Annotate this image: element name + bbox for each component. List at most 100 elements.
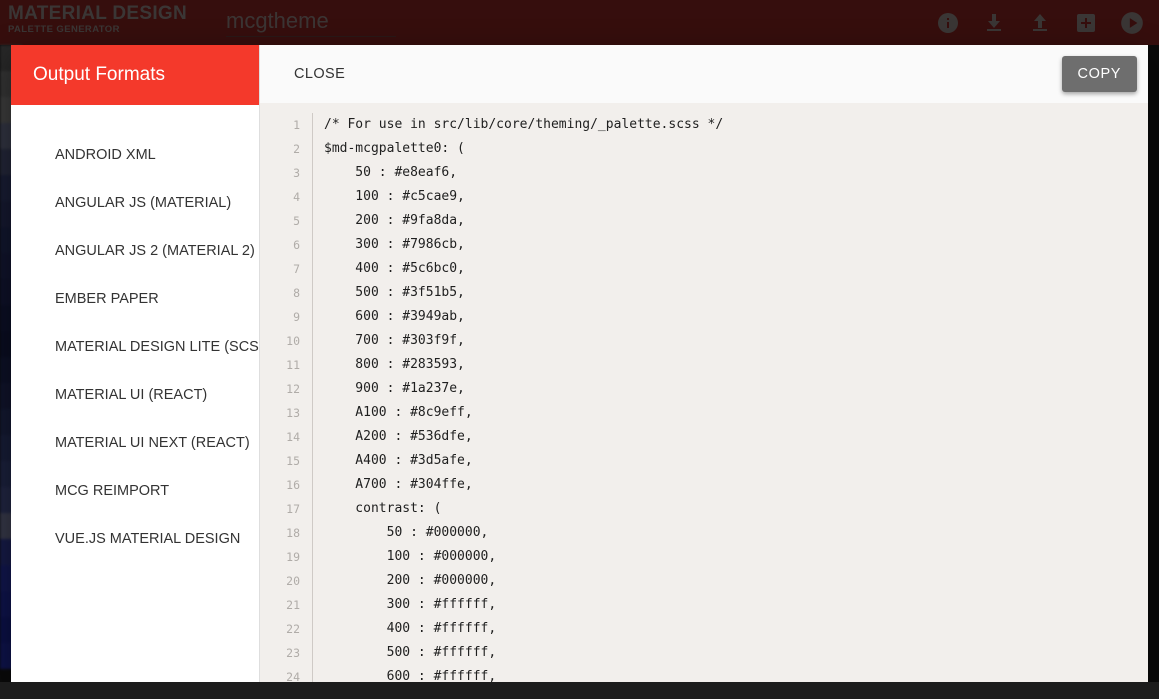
sidebar-item-4[interactable]: MATERIAL DESIGN LITE (SCSS) bbox=[11, 323, 259, 371]
dialog-sidebar: Output Formats ANDROID XML ANGULAR JS (MA… bbox=[11, 45, 260, 682]
code-line: 15 A400 : #3d5afe, bbox=[260, 449, 1148, 473]
sidebar-item-8[interactable]: VUE.JS MATERIAL DESIGN bbox=[11, 515, 259, 563]
sidebar-item-label: ANDROID XML bbox=[55, 147, 156, 163]
code-line: 10 700 : #303f9f, bbox=[260, 329, 1148, 353]
line-content: 600 : #ffffff, bbox=[312, 665, 1148, 682]
line-number: 23 bbox=[260, 646, 312, 660]
line-content: 600 : #3949ab, bbox=[312, 305, 1148, 329]
code-line: 2$md-mcgpalette0: ( bbox=[260, 137, 1148, 161]
code-line: 1/* For use in src/lib/core/theming/_pal… bbox=[260, 113, 1148, 137]
line-number: 16 bbox=[260, 478, 312, 492]
code-line: 18 50 : #000000, bbox=[260, 521, 1148, 545]
line-number: 12 bbox=[260, 382, 312, 396]
sidebar-item-label: MATERIAL UI NEXT (REACT) bbox=[55, 435, 250, 451]
code-line: 20 200 : #000000, bbox=[260, 569, 1148, 593]
line-content: 100 : #000000, bbox=[312, 545, 1148, 569]
line-number: 6 bbox=[260, 238, 312, 252]
line-content: 50 : #e8eaf6, bbox=[312, 161, 1148, 185]
code-line: 11 800 : #283593, bbox=[260, 353, 1148, 377]
line-content: 100 : #c5cae9, bbox=[312, 185, 1148, 209]
sidebar-item-label: MCG REIMPORT bbox=[55, 483, 169, 499]
line-content: 500 : #3f51b5, bbox=[312, 281, 1148, 305]
line-number: 13 bbox=[260, 406, 312, 420]
line-content: A200 : #536dfe, bbox=[312, 425, 1148, 449]
line-number: 8 bbox=[260, 286, 312, 300]
line-number: 4 bbox=[260, 190, 312, 204]
code-line: 8 500 : #3f51b5, bbox=[260, 281, 1148, 305]
bottom-overlay-strip bbox=[0, 682, 1159, 699]
code-line: 24 600 : #ffffff, bbox=[260, 665, 1148, 682]
line-content: 200 : #000000, bbox=[312, 569, 1148, 593]
code-line: 9 600 : #3949ab, bbox=[260, 305, 1148, 329]
line-content: 200 : #9fa8da, bbox=[312, 209, 1148, 233]
sidebar-list: ANDROID XML ANGULAR JS (MATERIAL) ANGULAR … bbox=[11, 105, 259, 563]
code-line: 22 400 : #ffffff, bbox=[260, 617, 1148, 641]
line-number: 19 bbox=[260, 550, 312, 564]
code-line: 5 200 : #9fa8da, bbox=[260, 209, 1148, 233]
line-number: 7 bbox=[260, 262, 312, 276]
line-content: 400 : #ffffff, bbox=[312, 617, 1148, 641]
code-line: 17 contrast: ( bbox=[260, 497, 1148, 521]
line-content: 300 : #7986cb, bbox=[312, 233, 1148, 257]
code-line: 13 A100 : #8c9eff, bbox=[260, 401, 1148, 425]
sidebar-item-label: ANGULAR JS (MATERIAL) bbox=[55, 195, 231, 211]
line-content: 50 : #000000, bbox=[312, 521, 1148, 545]
sidebar-item-3[interactable]: EMBER PAPER bbox=[11, 275, 259, 323]
line-number: 3 bbox=[260, 166, 312, 180]
line-content: 700 : #303f9f, bbox=[312, 329, 1148, 353]
code-line: 19 100 : #000000, bbox=[260, 545, 1148, 569]
content-toolbar: CLOSE COPY bbox=[260, 45, 1148, 103]
sidebar-item-6[interactable]: MATERIAL UI NEXT (REACT) bbox=[11, 419, 259, 467]
line-number: 14 bbox=[260, 430, 312, 444]
sidebar-item-label: VUE.JS MATERIAL DESIGN bbox=[55, 531, 240, 547]
code-line: 4 100 : #c5cae9, bbox=[260, 185, 1148, 209]
line-number: 18 bbox=[260, 526, 312, 540]
code-line: 14 A200 : #536dfe, bbox=[260, 425, 1148, 449]
dialog-content: CLOSE COPY 1/* For use in src/lib/core/t… bbox=[260, 45, 1148, 682]
line-number: 5 bbox=[260, 214, 312, 228]
code-line: 21 300 : #ffffff, bbox=[260, 593, 1148, 617]
code-line: 23 500 : #ffffff, bbox=[260, 641, 1148, 665]
sidebar-item-7[interactable]: MCG REIMPORT bbox=[11, 467, 259, 515]
copy-button[interactable]: COPY bbox=[1062, 56, 1138, 92]
line-content: A400 : #3d5afe, bbox=[312, 449, 1148, 473]
code-line: 6 300 : #7986cb, bbox=[260, 233, 1148, 257]
line-content: /* For use in src/lib/core/theming/_pale… bbox=[312, 113, 1148, 137]
screen: MATERIAL DESIGN PALETTE GENERATOR Theme … bbox=[0, 0, 1159, 699]
line-content: $md-mcgpalette0: ( bbox=[312, 137, 1148, 161]
sidebar-item-label: MATERIAL UI (REACT) bbox=[55, 387, 207, 403]
sidebar-item-label: ANGULAR JS 2 (MATERIAL 2) bbox=[55, 243, 255, 259]
line-content: A100 : #8c9eff, bbox=[312, 401, 1148, 425]
line-number: 9 bbox=[260, 310, 312, 324]
line-number: 24 bbox=[260, 670, 312, 682]
sidebar-title: Output Formats bbox=[11, 45, 259, 105]
code-line: 3 50 : #e8eaf6, bbox=[260, 161, 1148, 185]
line-content: A700 : #304ffe, bbox=[312, 473, 1148, 497]
sidebar-item-0[interactable]: ANDROID XML bbox=[11, 131, 259, 179]
line-number: 1 bbox=[260, 118, 312, 132]
line-content: 800 : #283593, bbox=[312, 353, 1148, 377]
code-line: 7 400 : #5c6bc0, bbox=[260, 257, 1148, 281]
line-content: contrast: ( bbox=[312, 497, 1148, 521]
sidebar-item-2[interactable]: ANGULAR JS 2 (MATERIAL 2) bbox=[11, 227, 259, 275]
sidebar-item-5[interactable]: MATERIAL UI (REACT) bbox=[11, 371, 259, 419]
sidebar-item-label: EMBER PAPER bbox=[55, 291, 159, 307]
line-number: 11 bbox=[260, 358, 312, 372]
code-line: 16 A700 : #304ffe, bbox=[260, 473, 1148, 497]
line-number: 17 bbox=[260, 502, 312, 516]
line-content: 300 : #ffffff, bbox=[312, 593, 1148, 617]
output-formats-dialog: Output Formats ANDROID XML ANGULAR JS (MA… bbox=[11, 45, 1148, 682]
line-content: 400 : #5c6bc0, bbox=[312, 257, 1148, 281]
line-number: 22 bbox=[260, 622, 312, 636]
line-number: 15 bbox=[260, 454, 312, 468]
close-button[interactable]: CLOSE bbox=[284, 58, 355, 90]
line-content: 500 : #ffffff, bbox=[312, 641, 1148, 665]
line-number: 20 bbox=[260, 574, 312, 588]
code-viewer[interactable]: 1/* For use in src/lib/core/theming/_pal… bbox=[260, 103, 1148, 682]
sidebar-item-1[interactable]: ANGULAR JS (MATERIAL) bbox=[11, 179, 259, 227]
code-line: 12 900 : #1a237e, bbox=[260, 377, 1148, 401]
line-number: 2 bbox=[260, 142, 312, 156]
line-number: 10 bbox=[260, 334, 312, 348]
sidebar-item-label: MATERIAL DESIGN LITE (SCSS) bbox=[55, 339, 259, 355]
line-number: 21 bbox=[260, 598, 312, 612]
